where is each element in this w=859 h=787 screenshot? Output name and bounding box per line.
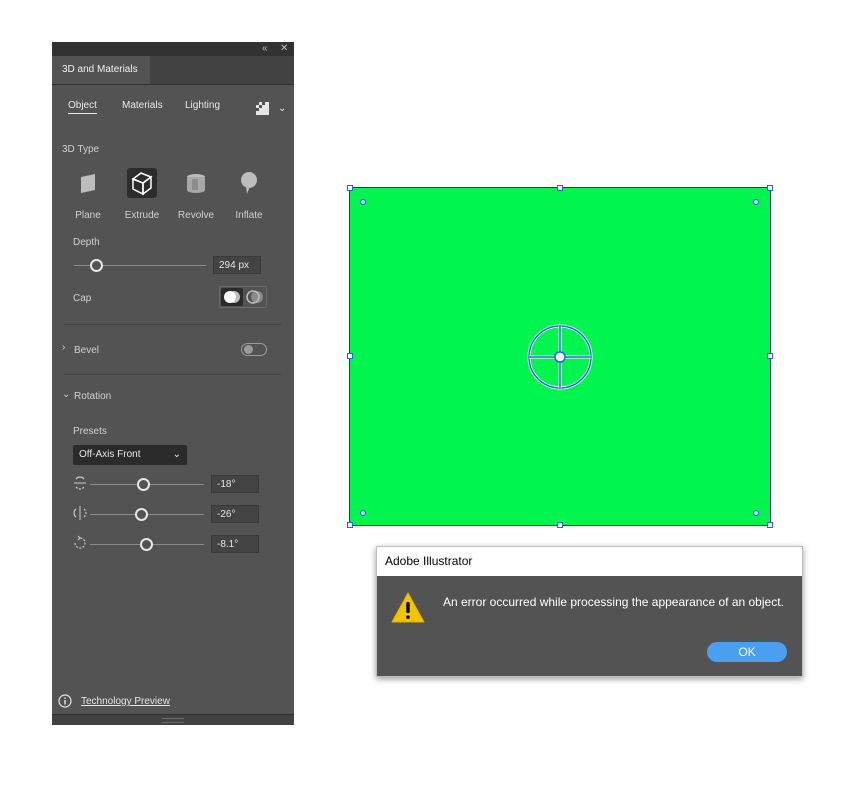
bounding-handle-bottom-left[interactable] bbox=[347, 522, 353, 528]
rotation-y-slider-thumb[interactable] bbox=[135, 508, 148, 521]
subtab-materials[interactable]: Materials bbox=[122, 100, 163, 111]
subtab-object[interactable]: Object bbox=[68, 100, 97, 114]
section-divider bbox=[64, 374, 282, 375]
bevel-label: Bevel bbox=[74, 345, 100, 356]
corner-widget[interactable] bbox=[360, 199, 366, 205]
resize-grip-icon bbox=[162, 718, 184, 723]
toggle-knob bbox=[244, 345, 253, 354]
rotation-y-field[interactable]: -26° bbox=[211, 505, 259, 523]
collapse-icon[interactable]: « bbox=[262, 43, 268, 55]
presets-label: Presets bbox=[73, 426, 107, 437]
depth-field[interactable]: 294 px bbox=[213, 256, 261, 274]
cap-toggle-group bbox=[219, 286, 267, 308]
rotate-z-icon bbox=[72, 535, 88, 551]
type-label: Extrude bbox=[124, 210, 160, 221]
tab-3d-and-materials[interactable]: 3D and Materials bbox=[52, 56, 150, 84]
plane-icon bbox=[73, 168, 103, 198]
bounding-handle-middle-left[interactable] bbox=[347, 353, 353, 359]
presets-select-value: Off-Axis Front bbox=[79, 449, 141, 460]
dialog-title: Adobe Illustrator bbox=[377, 547, 802, 576]
rotation-label: Rotation bbox=[74, 391, 112, 402]
cap-on-button[interactable] bbox=[221, 288, 243, 306]
panel-titlebar: « ✕ bbox=[52, 42, 294, 56]
rotation-x-field[interactable]: -18° bbox=[211, 475, 259, 493]
rotation-z-slider-thumb[interactable] bbox=[140, 538, 153, 551]
rotate-x-icon bbox=[72, 475, 88, 491]
depth-slider-thumb[interactable] bbox=[90, 259, 103, 272]
bounding-handle-top-left[interactable] bbox=[347, 185, 353, 191]
type-extrude[interactable]: Extrude bbox=[118, 168, 166, 221]
cap-label: Cap bbox=[73, 293, 92, 304]
corner-widget[interactable] bbox=[360, 510, 366, 516]
type-revolve[interactable]: Revolve bbox=[172, 168, 220, 221]
warning-icon bbox=[391, 592, 425, 623]
panel-tab-row: 3D and Materials bbox=[52, 56, 294, 85]
presets-select[interactable]: Off-Axis Front ⌄ bbox=[73, 445, 187, 465]
subtab-lighting[interactable]: Lighting bbox=[185, 100, 220, 111]
bevel-toggle[interactable] bbox=[241, 343, 267, 356]
panel-resize-bar[interactable] bbox=[52, 714, 294, 725]
rotate-y-icon bbox=[72, 505, 88, 521]
info-icon bbox=[58, 694, 72, 708]
type-label: Inflate bbox=[235, 210, 263, 221]
chevron-down-icon: ⌄ bbox=[172, 449, 181, 460]
section-divider bbox=[64, 324, 282, 325]
close-icon[interactable]: ✕ bbox=[280, 43, 288, 55]
bounding-handle-middle-right[interactable] bbox=[767, 353, 773, 359]
rotation-x-slider-thumb[interactable] bbox=[137, 478, 150, 491]
bounding-handle-top-right[interactable] bbox=[767, 185, 773, 191]
cap-off-button[interactable] bbox=[244, 288, 266, 306]
rotation-z-field[interactable]: -8.1° bbox=[211, 535, 259, 553]
chevron-right-icon[interactable]: › bbox=[62, 342, 65, 353]
inflate-icon bbox=[234, 168, 264, 198]
revolve-icon bbox=[181, 168, 211, 198]
type-label: Revolve bbox=[177, 210, 215, 221]
corner-widget[interactable] bbox=[753, 510, 759, 516]
technology-preview-link[interactable]: Technology Preview bbox=[81, 696, 170, 707]
extrude-icon bbox=[127, 168, 157, 198]
chevron-down-icon[interactable]: ⌄ bbox=[278, 103, 286, 114]
depth-label: Depth bbox=[73, 237, 100, 248]
ok-button[interactable]: OK bbox=[707, 642, 787, 662]
type-plane[interactable]: Plane bbox=[64, 168, 112, 221]
corner-widget[interactable] bbox=[753, 199, 759, 205]
bounding-handle-bottom-center[interactable] bbox=[557, 522, 563, 528]
3d-rotation-widget-icon[interactable] bbox=[526, 323, 594, 391]
type-label: Plane bbox=[75, 210, 101, 221]
chevron-down-icon[interactable]: ⌄ bbox=[62, 389, 70, 400]
render-settings-icon[interactable] bbox=[256, 102, 269, 115]
bounding-handle-bottom-right[interactable] bbox=[767, 522, 773, 528]
error-dialog: Adobe Illustrator An error occurred whil… bbox=[376, 546, 803, 677]
3d-materials-panel: « ✕ 3D and Materials Object Materials Li… bbox=[52, 42, 294, 725]
dialog-message: An error occurred while processing the a… bbox=[443, 595, 784, 609]
bounding-handle-top-center[interactable] bbox=[557, 185, 563, 191]
type-inflate[interactable]: Inflate bbox=[225, 168, 273, 221]
3d-type-label: 3D Type bbox=[62, 144, 100, 155]
